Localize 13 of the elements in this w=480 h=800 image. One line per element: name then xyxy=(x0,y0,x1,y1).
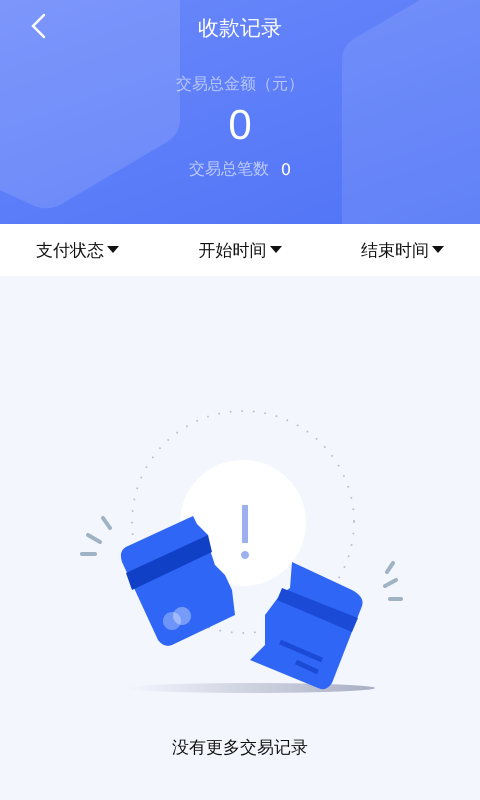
back-icon[interactable] xyxy=(30,13,46,39)
amount-label: 交易总金额（元） xyxy=(176,74,304,95)
total-amount: 0 xyxy=(228,100,252,150)
filter-dropdown[interactable]: 开始时间 xyxy=(196,234,284,266)
filter-dropdown[interactable]: 支付状态 xyxy=(34,234,121,266)
caret-icon xyxy=(270,246,282,254)
page-title: 收款记录 xyxy=(198,15,282,42)
transaction-count: 0 xyxy=(280,160,292,179)
caret-icon xyxy=(107,246,119,254)
caret-icon xyxy=(432,246,444,254)
filter-dropdown[interactable]: 结束时间 xyxy=(359,234,446,266)
empty-message: 没有更多交易记录 xyxy=(172,737,308,759)
count-label: 交易总笔数 xyxy=(188,159,269,180)
